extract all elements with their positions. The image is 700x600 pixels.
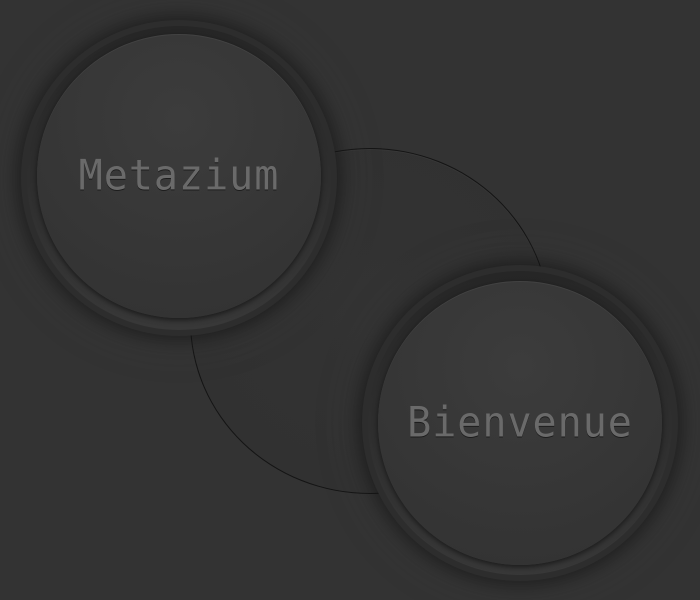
bienvenue-button[interactable]: Bienvenue [378,281,662,565]
bienvenue-orb: Bienvenue [362,265,678,581]
stage: Metazium Bienvenue [0,0,700,600]
bienvenue-label: Bienvenue [407,398,633,448]
metazium-button[interactable]: Metazium [37,34,321,318]
metazium-label: Metazium [78,151,280,201]
metazium-orb: Metazium [21,20,337,336]
